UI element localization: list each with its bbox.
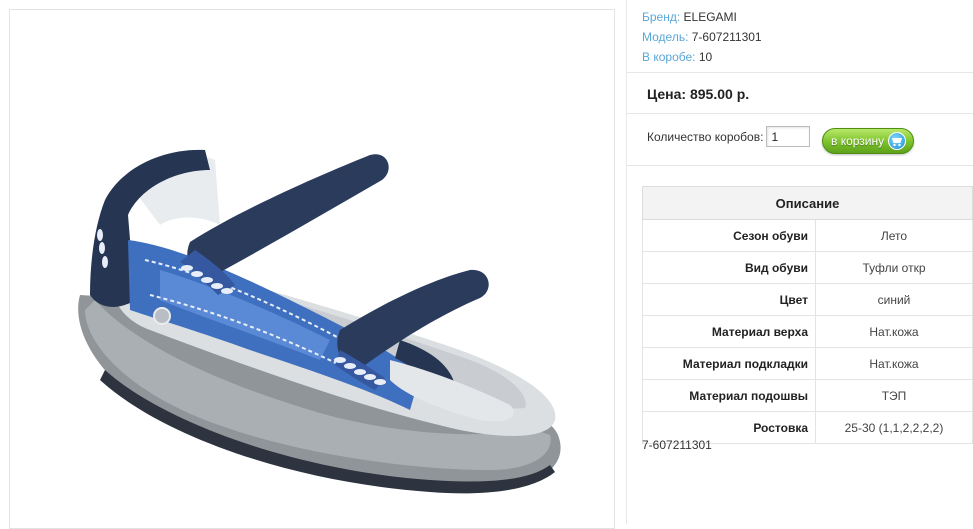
table-row: Материал верха Нат.кожа <box>642 315 973 348</box>
quantity-label: Количество коробов: <box>647 129 764 144</box>
model-row: Модель: 7-607211301 <box>642 27 762 47</box>
spec-value: Нат.кожа <box>815 347 973 380</box>
divider-top <box>627 72 973 73</box>
product-image[interactable] <box>9 9 615 529</box>
product-info: Бренд: ELEGAMI Модель: 7-607211301 В кор… <box>642 7 762 67</box>
spec-key: Цвет <box>642 283 816 316</box>
quantity-group: Количество коробов: <box>647 126 811 147</box>
table-row: Цвет синий <box>642 283 973 316</box>
brand-row: Бренд: ELEGAMI <box>642 7 762 27</box>
divider-cart <box>627 165 973 166</box>
spec-key: Сезон обуви <box>642 219 816 252</box>
spec-key: Материал подошвы <box>642 379 816 412</box>
spec-key: Материал подкладки <box>642 347 816 380</box>
brand-label: Бренд: <box>642 10 681 24</box>
quantity-input[interactable] <box>766 126 811 147</box>
spec-value: Лето <box>815 219 973 252</box>
table-row: Материал подошвы ТЭП <box>642 379 973 412</box>
brand-value: ELEGAMI <box>683 10 737 24</box>
spec-value: 25-30 (1,1,2,2,2,2) <box>815 411 973 444</box>
spec-key: Материал верха <box>642 315 816 348</box>
cart-icon <box>888 132 907 150</box>
divider-price <box>627 113 973 114</box>
column-divider <box>626 0 627 524</box>
spec-value: синий <box>815 283 973 316</box>
box-label: В коробе: <box>642 50 696 64</box>
table-row: Вид обуви Туфли откр <box>642 251 973 284</box>
article-code: 7-607211301 <box>642 438 712 452</box>
table-row: Сезон обуви Лето <box>642 219 973 252</box>
description-title: Описание <box>642 186 973 220</box>
table-row: Материал подкладки Нат.кожа <box>642 347 973 380</box>
description-table: Описание Сезон обуви Лето Вид обуви Туфл… <box>642 186 973 444</box>
price: Цена: 895.00 р. <box>647 86 750 102</box>
box-row: В коробе: 10 <box>642 47 762 67</box>
add-to-cart-label: в корзину <box>831 134 885 148</box>
spec-value: Нат.кожа <box>815 315 973 348</box>
spec-value: ТЭП <box>815 379 973 412</box>
spec-key: Вид обуви <box>642 251 816 284</box>
model-label: Модель: <box>642 30 689 44</box>
sandal-photo <box>78 149 561 494</box>
box-value: 10 <box>698 50 713 64</box>
spec-value: Туфли откр <box>815 251 973 284</box>
add-to-cart-button[interactable]: в корзину <box>822 128 914 154</box>
model-value: 7-607211301 <box>691 30 762 44</box>
